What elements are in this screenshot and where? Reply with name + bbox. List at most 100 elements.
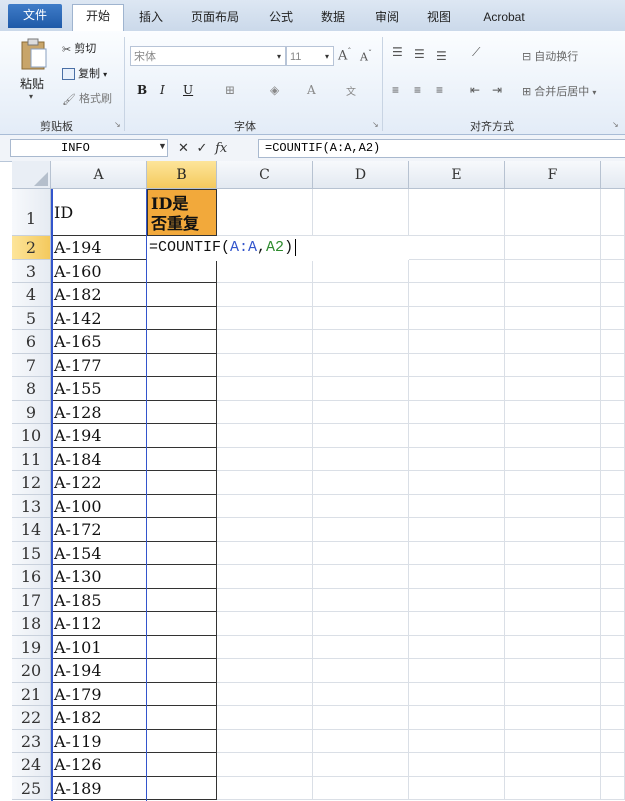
cell-empty[interactable] — [217, 354, 313, 377]
font-launcher-icon[interactable]: ↘ — [372, 120, 379, 129]
cell-empty[interactable] — [601, 542, 625, 565]
cell-empty[interactable] — [217, 542, 313, 565]
cell-b[interactable] — [147, 401, 217, 424]
cell-empty[interactable] — [601, 589, 625, 612]
row-header[interactable]: 13 — [12, 495, 51, 518]
cell-empty[interactable] — [505, 236, 601, 260]
shrink-font-icon[interactable]: Aˇ — [360, 49, 372, 64]
tab-insert[interactable]: 插入 — [128, 6, 174, 31]
cell-b[interactable] — [147, 518, 217, 542]
cell-empty[interactable] — [505, 612, 601, 636]
cell-empty[interactable] — [601, 236, 625, 260]
cell-b[interactable] — [147, 448, 217, 471]
cell-empty[interactable] — [217, 730, 313, 753]
cell-empty[interactable] — [217, 283, 313, 307]
cell-a[interactable]: A-177 — [51, 354, 147, 377]
fill-color-icon[interactable]: ◈ — [270, 83, 279, 97]
cell-a[interactable]: A-172 — [51, 518, 147, 542]
column-header-c[interactable]: C — [217, 161, 313, 189]
cell-empty[interactable] — [313, 401, 409, 424]
cell-empty[interactable] — [601, 636, 625, 659]
cell-empty[interactable] — [313, 354, 409, 377]
font-size-select[interactable]: 11 ▾ — [286, 46, 334, 66]
tab-review[interactable]: 审阅 — [364, 6, 410, 31]
cell-empty[interactable] — [313, 377, 409, 401]
font-name-select[interactable]: 宋体 ▾ — [130, 46, 286, 66]
cell-empty[interactable] — [217, 307, 313, 330]
cell-a[interactable]: A-194 — [51, 659, 147, 683]
cell-b[interactable] — [147, 424, 217, 448]
cell-empty[interactable] — [505, 542, 601, 565]
cell-empty[interactable] — [313, 495, 409, 518]
cell-empty[interactable] — [505, 518, 601, 542]
cell-empty[interactable] — [409, 636, 505, 659]
cell-empty[interactable] — [505, 495, 601, 518]
row-header[interactable]: 23 — [12, 730, 51, 753]
cell-a[interactable]: A-122 — [51, 471, 147, 495]
cell-empty[interactable] — [409, 612, 505, 636]
row-header[interactable]: 4 — [12, 283, 51, 307]
cell-empty[interactable] — [601, 260, 625, 283]
cell-empty[interactable] — [409, 236, 505, 260]
row-header[interactable]: 12 — [12, 471, 51, 495]
cell-b[interactable] — [147, 777, 217, 800]
cell-empty[interactable] — [409, 354, 505, 377]
cell-a1[interactable]: ID — [51, 189, 147, 236]
cell-empty[interactable] — [409, 307, 505, 330]
cell-empty[interactable] — [601, 424, 625, 448]
cell-empty[interactable] — [505, 683, 601, 706]
cell-b[interactable] — [147, 706, 217, 730]
row-header[interactable]: 11 — [12, 448, 51, 471]
cell-empty[interactable] — [217, 377, 313, 401]
cell-empty[interactable] — [217, 495, 313, 518]
align-top-icon[interactable]: ☰ — [392, 45, 403, 59]
cell-empty[interactable] — [409, 401, 505, 424]
cell-b[interactable] — [147, 330, 217, 354]
cell-b[interactable] — [147, 683, 217, 706]
cell-empty[interactable] — [217, 401, 313, 424]
cell-b[interactable] — [147, 283, 217, 307]
cell-empty[interactable] — [409, 424, 505, 448]
cell-empty[interactable] — [313, 330, 409, 354]
cell-empty[interactable] — [601, 401, 625, 424]
cell-empty[interactable] — [217, 448, 313, 471]
row-header[interactable]: 19 — [12, 636, 51, 659]
cell-b[interactable] — [147, 730, 217, 753]
row-header[interactable]: 10 — [12, 424, 51, 448]
cell-empty[interactable] — [217, 471, 313, 495]
cell-empty[interactable] — [409, 330, 505, 354]
cell-empty[interactable] — [313, 753, 409, 777]
cell-b[interactable] — [147, 354, 217, 377]
cell-a[interactable]: A-128 — [51, 401, 147, 424]
tab-data[interactable]: 数据 — [310, 6, 356, 31]
cell-empty[interactable] — [409, 448, 505, 471]
cell-empty[interactable] — [505, 659, 601, 683]
cell-empty[interactable] — [313, 448, 409, 471]
cell-empty[interactable] — [313, 189, 409, 236]
row-header[interactable]: 2 — [12, 236, 51, 260]
increase-indent-icon[interactable]: ⇥ — [492, 83, 502, 97]
cell-empty[interactable] — [505, 730, 601, 753]
cell-empty[interactable] — [409, 518, 505, 542]
cell-empty[interactable] — [409, 730, 505, 753]
copy-button[interactable]: 复制 ▾ — [62, 65, 107, 81]
border-icon[interactable]: ⊞ — [225, 83, 235, 97]
cell-a[interactable]: A-126 — [51, 753, 147, 777]
cell-empty[interactable] — [313, 424, 409, 448]
cell-empty[interactable] — [313, 518, 409, 542]
cell-b[interactable] — [147, 659, 217, 683]
merge-center-button[interactable]: ⊞ 合并后居中 ▾ — [522, 83, 596, 99]
row-header[interactable]: 15 — [12, 542, 51, 565]
cancel-icon[interactable]: ✕ — [178, 140, 189, 155]
cell-empty[interactable] — [409, 542, 505, 565]
cell-b[interactable] — [147, 565, 217, 589]
cell-empty[interactable] — [601, 189, 625, 236]
cell-empty[interactable] — [313, 542, 409, 565]
cell-a[interactable]: A-185 — [51, 589, 147, 612]
cell-empty[interactable] — [217, 636, 313, 659]
cell-empty[interactable] — [313, 589, 409, 612]
cell-empty[interactable] — [409, 495, 505, 518]
font-color-icon[interactable]: A — [307, 83, 316, 97]
cell-empty[interactable] — [505, 565, 601, 589]
cell-empty[interactable] — [505, 777, 601, 800]
